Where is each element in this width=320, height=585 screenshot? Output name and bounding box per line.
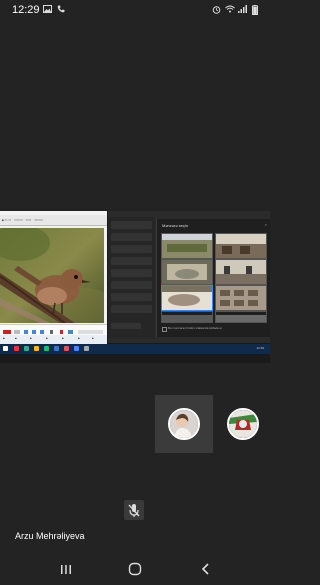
back-button[interactable] [198,561,214,577]
signal-icon [238,5,247,15]
background-thumb-1[interactable] [161,233,213,259]
background-thumb-3[interactable] [161,259,213,285]
battery-icon [252,5,258,17]
recent-apps-icon [61,565,71,574]
background-thumb-4[interactable] [215,259,267,285]
background-thumb-8[interactable] [215,311,267,323]
start-icon [3,346,8,351]
background-thumb-5[interactable] [161,285,213,311]
gallery-icon [43,5,52,15]
status-bar: 12:29 [0,0,270,22]
home-icon [128,562,142,576]
bird-photo [0,228,104,323]
taskbar-app-icon [84,346,89,351]
taskbar-app-icon [14,346,19,351]
panel-checkbox-label: Bu mənzərəni bütün iclaslarda istifadə e… [168,326,223,330]
shared-screen[interactable]: ■ ▭ ▭ ▭▭▭ ▭▭ ▭▭▭ ■ ■ ■ ■ ■ ■ ■ Mənzərə s… [0,211,270,363]
panel-title: Mənzərə seçin [162,223,189,228]
panel-checkbox[interactable] [162,327,167,332]
background-thumb-6[interactable] [215,285,267,311]
status-time: 12:29 [12,4,40,16]
taskbar-app-icon [54,346,59,351]
taskbar-app-icon [34,346,39,351]
dimmed-app-list [108,217,155,339]
mute-microphone-button[interactable] [124,500,144,520]
android-navigation-bar [0,553,270,585]
phone-icon [57,5,65,15]
participant-name: Arzu Mehrəliyeva [15,531,85,541]
windows-taskbar: 12:39 [0,344,270,354]
background-picker-panel: Mənzərə seçin × Bu mənzərəni bütün iclas… [156,219,270,337]
wifi-icon [225,5,235,15]
image-viewer-window: ■ ▭ ▭ ▭▭▭ ▭▭ ▭▭▭ [0,211,107,336]
desktop-icons-row: ■ ■ ■ ■ ■ ■ ■ [0,335,107,344]
avatar [227,408,259,440]
avatar [168,408,200,440]
taskbar-clock: 12:39 [256,346,264,350]
viewer-toolbar: ■ ▭ ▭ ▭▭▭ ▭▭ ▭▭▭ [0,215,107,226]
background-thumb-7[interactable] [161,311,213,323]
taskbar-app-icon [74,346,79,351]
recent-apps-button[interactable] [58,561,74,577]
zoom-desktop-window: Mənzərə seçin × Bu mənzərəni bütün iclas… [108,211,270,343]
taskbar-app-icon [64,346,69,351]
home-button[interactable] [127,561,143,577]
background-thumb-2[interactable] [215,233,267,259]
participant-tile[interactable] [214,395,272,453]
participant-tile-active[interactable] [155,395,213,453]
close-icon[interactable]: × [265,222,267,227]
taskbar-app-icon [24,346,29,351]
alarm-icon [212,5,221,16]
back-icon [201,563,209,575]
microphone-muted-icon [128,504,140,517]
taskbar-app-icon [44,346,49,351]
